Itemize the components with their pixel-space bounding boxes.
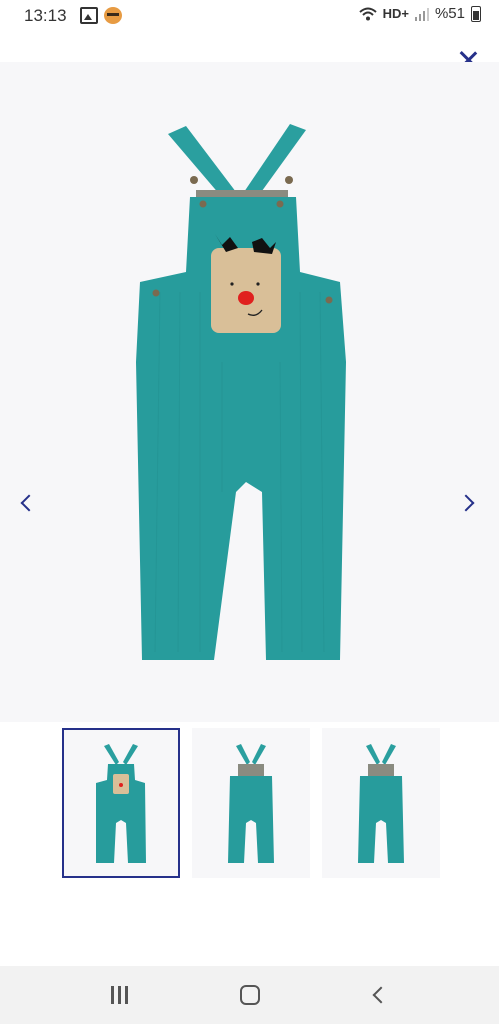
network-type: HD+: [382, 6, 409, 21]
back-icon[interactable]: [360, 980, 400, 1010]
system-nav-bar: [0, 966, 499, 1024]
product-main-image: [0, 62, 499, 722]
home-icon[interactable]: [229, 980, 269, 1010]
battery-icon: [471, 5, 481, 22]
status-bar: 13:13 HD+ %51: [0, 0, 499, 32]
chevron-left-icon[interactable]: [12, 483, 42, 523]
gallery-icon: [80, 7, 98, 24]
thumbnail-strip: [0, 722, 499, 882]
thumbnail-back-2[interactable]: [322, 728, 440, 878]
battery-percent: %51: [434, 5, 465, 22]
overalls-front-image: [136, 124, 346, 660]
status-time: 13:13: [24, 6, 67, 25]
recent-apps-icon[interactable]: [100, 980, 140, 1010]
wifi-icon: [358, 7, 377, 20]
thumbnail-back-1[interactable]: [192, 728, 310, 878]
face-emoji-icon: [104, 7, 122, 24]
thumbnail-front[interactable]: [62, 728, 180, 878]
system-icons: HD+ %51: [358, 5, 481, 22]
signal-icon: [414, 7, 429, 21]
notification-icons: [80, 7, 122, 24]
chevron-right-icon[interactable]: [456, 483, 486, 523]
